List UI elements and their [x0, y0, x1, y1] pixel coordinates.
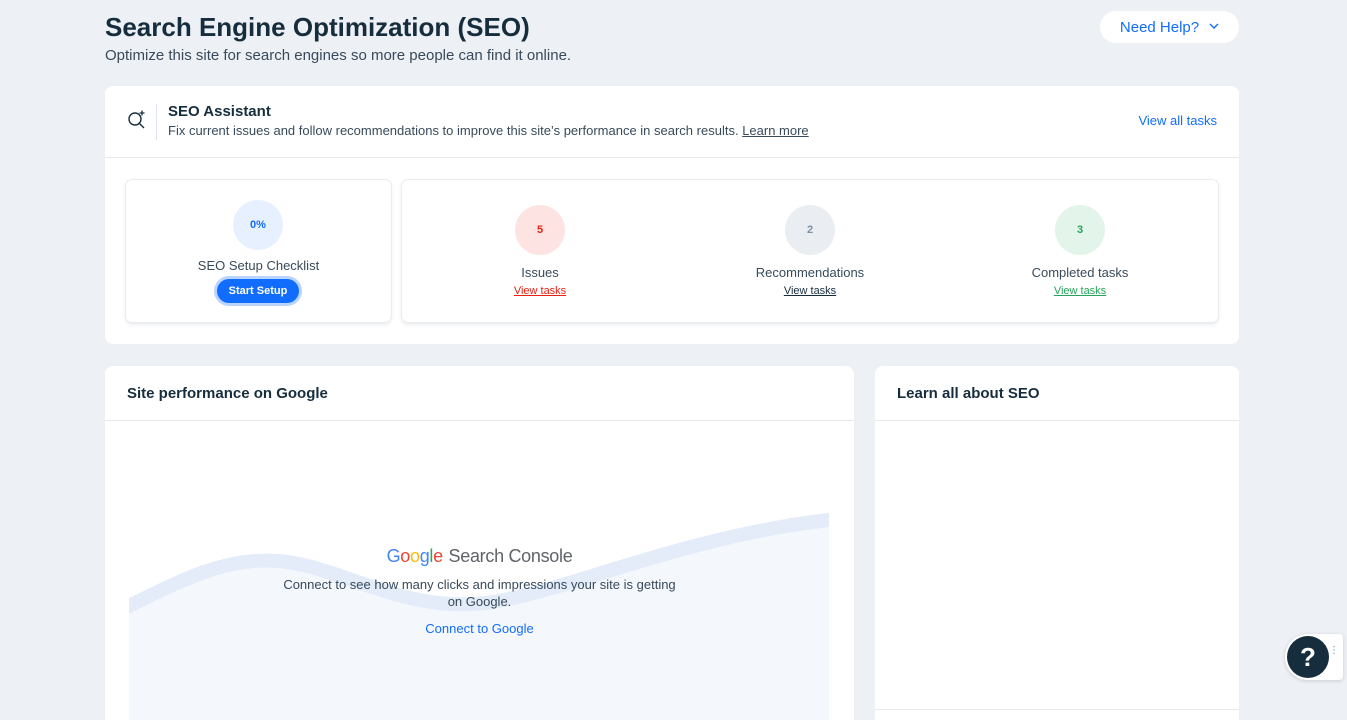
drag-handle-icon[interactable]: ⋮ [1329, 646, 1339, 656]
need-help-label: Need Help? [1119, 18, 1200, 36]
seo-setup-checklist: 0% SEO Setup Checklist Start Setup [126, 180, 391, 322]
search-console-connect: Google Search Console Connect to see how… [105, 544, 854, 638]
start-setup-button[interactable]: Start Setup [217, 279, 299, 303]
stat-completed: 3 Completed tasks View tasks [1000, 205, 1160, 297]
learn-seo-card: Learn all about SEO [875, 366, 1239, 720]
divider [875, 709, 1239, 710]
help-widget-button[interactable]: ? ⋮ [1285, 634, 1343, 680]
issues-view-tasks-link[interactable]: View tasks [460, 285, 620, 297]
question-mark-icon: ? [1287, 636, 1329, 678]
need-help-button[interactable]: Need Help? [1100, 11, 1239, 43]
completed-view-tasks-link[interactable]: View tasks [1000, 285, 1160, 297]
seo-assistant-title: SEO Assistant [168, 103, 271, 120]
completed-count: 3 [1055, 205, 1105, 255]
stat-recommendations: 2 Recommendations View tasks [730, 205, 890, 297]
page-title: Search Engine Optimization (SEO) [105, 12, 530, 42]
google-wordmark: Google [386, 546, 444, 566]
recommendations-label: Recommendations [755, 265, 865, 280]
checklist-progress-circle: 0% [233, 200, 283, 250]
learn-seo-title: Learn all about SEO [875, 366, 1239, 421]
recommendations-view-tasks-link[interactable]: View tasks [730, 285, 890, 297]
seo-assistant-description-text: Fix current issues and follow recommenda… [168, 123, 739, 138]
search-sparkle-icon [127, 109, 147, 134]
seo-assistant-card: SEO Assistant Fix current issues and fol… [105, 86, 1239, 344]
google-search-console-logo: Google Search Console [105, 544, 854, 568]
chevron-down-icon [1209, 21, 1219, 32]
view-all-tasks-link[interactable]: View all tasks [1138, 113, 1217, 128]
completed-label: Completed tasks [1031, 265, 1129, 280]
connect-to-google-link[interactable]: Connect to Google [425, 621, 533, 636]
seo-assistant-header: SEO Assistant Fix current issues and fol… [105, 86, 1239, 158]
site-performance-title: Site performance on Google [105, 366, 854, 421]
seo-assistant-icon-wrap [127, 103, 157, 140]
issues-count: 5 [515, 205, 565, 255]
seo-assistant-text: SEO Assistant Fix current issues and fol… [168, 103, 809, 140]
recommendations-count: 2 [785, 205, 835, 255]
learn-more-link[interactable]: Learn more [742, 123, 808, 138]
issues-label: Issues [521, 265, 559, 280]
page-header: Search Engine Optimization (SEO) Optimiz… [105, 10, 1239, 70]
search-console-wordmark: Search Console [448, 546, 573, 566]
seo-task-stats: 5 Issues View tasks 2 Recommendations Vi… [402, 180, 1218, 322]
site-performance-card: Site performance on Google Google Search… [105, 366, 854, 720]
checklist-label: SEO Setup Checklist [197, 258, 320, 273]
seo-assistant-description: Fix current issues and follow recommenda… [168, 122, 809, 140]
page-subtitle: Optimize this site for search engines so… [105, 47, 572, 64]
stat-issues: 5 Issues View tasks [460, 205, 620, 297]
connect-description: Connect to see how many clicks and impre… [283, 577, 676, 609]
